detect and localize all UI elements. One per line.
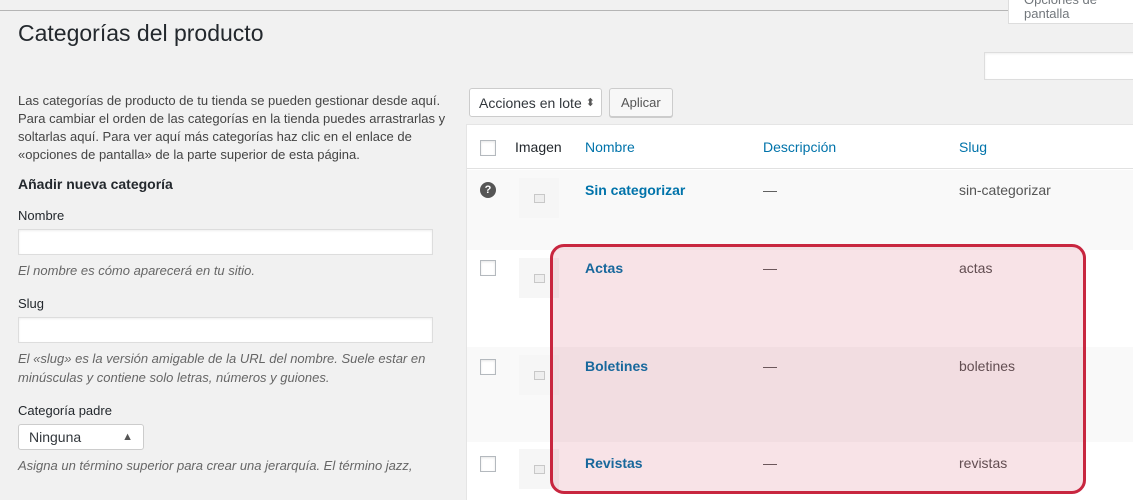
add-category-heading: Añadir nueva categoría <box>18 176 173 192</box>
category-name-link[interactable]: Boletines <box>585 358 648 374</box>
add-category-panel: Las categorías de producto de tu tienda … <box>18 92 458 475</box>
bulk-actions-select[interactable]: Acciones en lote ⬍ <box>469 88 602 117</box>
category-description: — <box>763 455 777 471</box>
row-checkbox[interactable] <box>480 359 496 375</box>
table-row: Boletines — boletines <box>467 347 1133 442</box>
category-name-link[interactable]: Revistas <box>585 455 643 471</box>
slug-label: Slug <box>18 296 45 311</box>
category-name-link[interactable]: Actas <box>585 260 623 276</box>
parent-category-select[interactable]: Ninguna ▲ <box>18 424 144 450</box>
name-label: Nombre <box>18 208 65 223</box>
select-arrows-icon: ▲ <box>122 431 133 443</box>
parent-category-value: Ninguna <box>29 429 82 445</box>
search-input[interactable] <box>984 52 1133 80</box>
top-divider <box>0 10 1133 11</box>
category-slug: boletines <box>959 358 1016 374</box>
category-thumbnail <box>519 449 559 489</box>
table-header: Imagen Nombre Descripción Slug <box>467 125 1133 169</box>
select-all-checkbox[interactable] <box>480 140 496 156</box>
parent-hint: Asigna un término superior para crear un… <box>18 458 413 473</box>
category-description: — <box>763 182 777 198</box>
column-description[interactable]: Descripción <box>763 139 836 155</box>
categories-table: Imagen Nombre Descripción Slug ? Sin cat… <box>466 124 1133 500</box>
page-title: Categorías del producto <box>18 20 264 46</box>
category-thumbnail <box>519 355 559 395</box>
image-placeholder-icon <box>533 273 545 283</box>
screen-options-tab[interactable]: Opciones de pantalla <box>1008 0 1133 24</box>
category-description: — <box>763 260 777 276</box>
column-name[interactable]: Nombre <box>585 139 635 155</box>
slug-hint: El «slug» es la versión amigable de la U… <box>18 351 426 385</box>
category-slug: revistas <box>959 455 1008 471</box>
image-placeholder-icon <box>533 193 545 203</box>
slug-field[interactable] <box>18 317 433 343</box>
select-arrows-icon: ⬍ <box>585 97 595 109</box>
image-placeholder-icon <box>533 370 545 380</box>
column-image: Imagen <box>515 139 562 155</box>
name-field[interactable] <box>18 229 433 255</box>
row-checkbox[interactable] <box>480 260 496 276</box>
image-placeholder-icon <box>533 464 545 474</box>
category-slug: actas <box>959 260 993 276</box>
apply-button[interactable]: Aplicar <box>608 88 673 117</box>
category-name-link[interactable]: Sin categorizar <box>585 182 685 198</box>
intro-text: Las categorías de producto de tu tienda … <box>18 93 446 162</box>
category-slug: sin-categorizar <box>959 182 1051 198</box>
table-row: Actas — actas <box>467 250 1133 345</box>
help-icon[interactable]: ? <box>480 182 496 198</box>
column-slug[interactable]: Slug <box>959 139 987 155</box>
category-thumbnail <box>519 258 559 298</box>
name-hint: El nombre es cómo aparecerá en tu sitio. <box>18 263 256 278</box>
table-row: Revistas — revistas <box>467 443 1133 500</box>
category-thumbnail <box>519 178 559 218</box>
row-checkbox[interactable] <box>480 456 496 472</box>
category-description: — <box>763 358 777 374</box>
table-row: ? Sin categorizar — sin-categorizar <box>467 170 1133 250</box>
bulk-actions-label: Acciones en lote <box>479 94 582 111</box>
bulk-actions-bar: Acciones en lote ⬍ Aplicar <box>469 88 673 117</box>
parent-label: Categoría padre <box>18 403 112 418</box>
